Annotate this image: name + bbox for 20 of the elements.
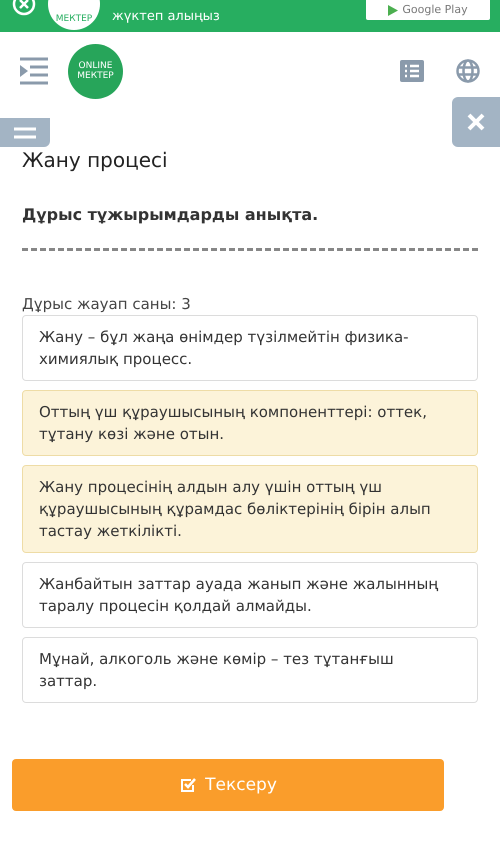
globe-icon[interactable] — [456, 59, 480, 83]
answer-option[interactable]: Жану процесінің алдын алу үшін оттың үш құраушысының құрамдас бөліктерінің бірін алып тастау жеткілікті. — [22, 465, 478, 553]
answer-option[interactable]: Мұнай, алкоголь және көмір – тез тұтанғыш заттар. — [22, 637, 478, 703]
close-button[interactable] — [452, 97, 500, 147]
checkbox-icon — [179, 776, 198, 794]
answer-option[interactable]: Жану – бұл жаңа өнімдер түзілмейтін физика-химиялық процесс. — [22, 315, 478, 381]
store-button[interactable]: Google Play — [366, 0, 490, 20]
answer-option[interactable]: Жанбайтын заттар ауада жанып және жалынның таралу процесін қолдай алмайды. — [22, 562, 478, 628]
menu-icon — [14, 126, 36, 140]
answer-count: Дұрыс жауап саны: 3 — [22, 295, 192, 313]
answer-option[interactable]: Оттың үш құраушысының компоненттері: оттек, тұтану көзі және отын. — [22, 390, 478, 456]
close-icon — [467, 113, 485, 131]
banner-message: жүктеп алыңыз — [112, 9, 221, 26]
menu-icon[interactable] — [18, 57, 50, 85]
question-text: Дұрыс тұжырымдарды анықта. — [22, 205, 320, 224]
app-logo: МЕКТЕР — [48, 0, 100, 30]
sidebar-toggle-button[interactable] — [0, 118, 50, 147]
play-icon — [388, 5, 398, 16]
lesson-title: Жану процесі — [22, 147, 169, 173]
list-icon[interactable] — [400, 60, 424, 82]
